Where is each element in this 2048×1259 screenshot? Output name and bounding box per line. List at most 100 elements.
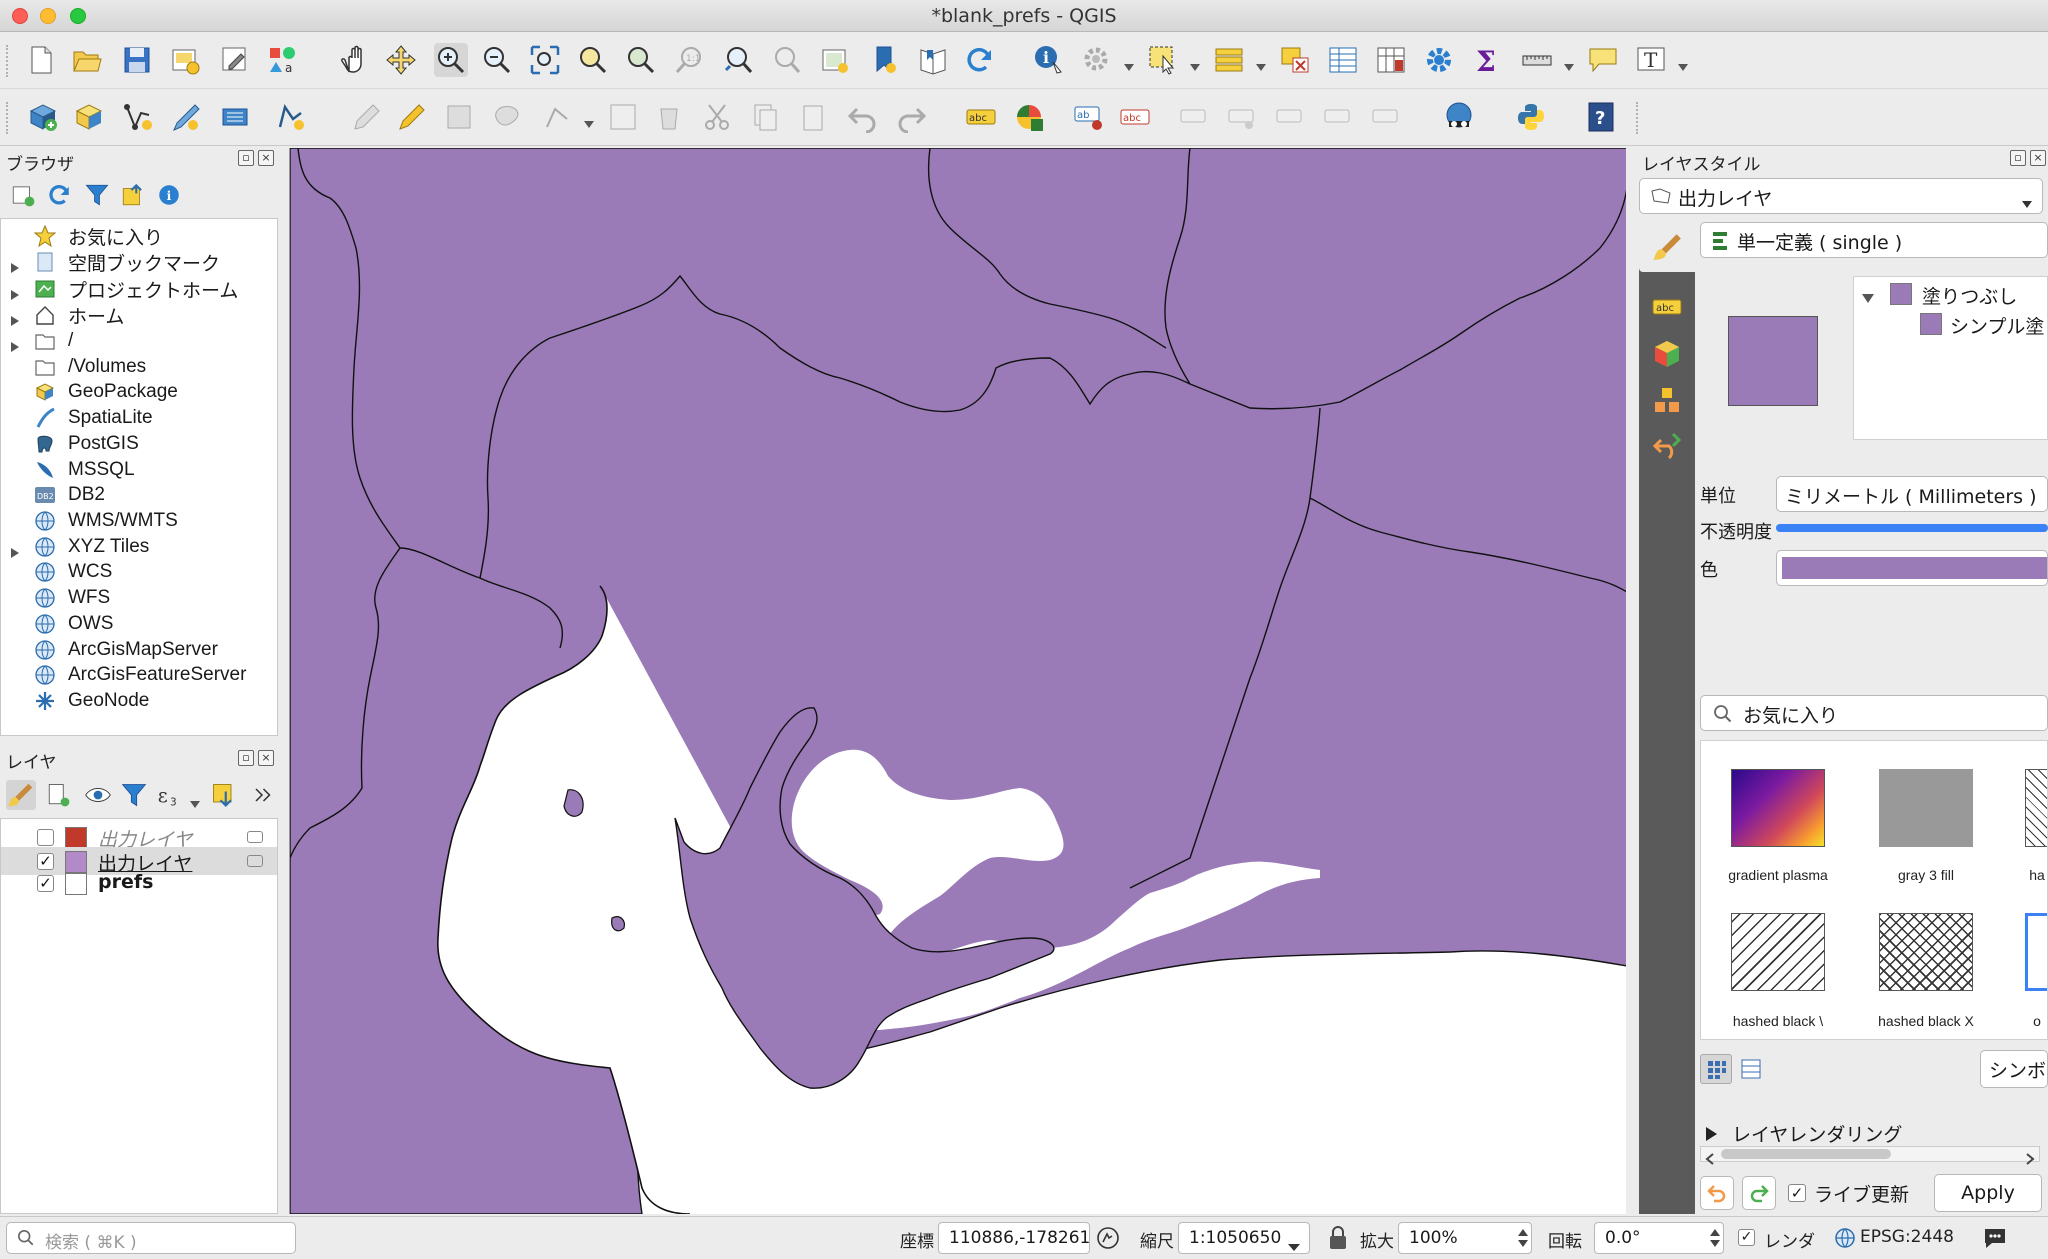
zoom-to-selection-icon[interactable] bbox=[576, 43, 610, 77]
symbol-layer-tree[interactable]: 塗りつぶし シンプル塗 bbox=[1853, 276, 2048, 440]
locator-search[interactable]: 検索 ( ⌘K ) bbox=[6, 1222, 296, 1254]
favorite-swatch-gray-fill[interactable] bbox=[1879, 769, 1973, 847]
browser-item[interactable]: OWS bbox=[1, 611, 277, 637]
browser-tree[interactable]: お気に入り 空間ブックマーク プロジェクトホーム ホーム / /Volumes GeoPac… bbox=[0, 218, 278, 736]
tree-expand-icon[interactable] bbox=[1862, 287, 1874, 309]
scrollbar-thumb[interactable] bbox=[1721, 1149, 1891, 1159]
float-panel-icon[interactable]: ▫ bbox=[238, 150, 254, 166]
add-selected-layers-icon[interactable] bbox=[10, 182, 36, 208]
collapse-all-icon[interactable] bbox=[120, 182, 146, 208]
browser-item[interactable]: GeoNode bbox=[1, 688, 277, 714]
zoom-out-icon[interactable] bbox=[480, 43, 514, 77]
new-temporary-layer-icon[interactable] bbox=[168, 100, 202, 134]
browser-item[interactable]: PostGIS bbox=[1, 431, 277, 457]
favorite-swatch-hashed-x[interactable] bbox=[1879, 913, 1973, 991]
toggle-extents-icon[interactable] bbox=[1096, 1226, 1120, 1250]
properties-info-icon[interactable]: i bbox=[156, 182, 182, 208]
browser-item[interactable]: DB2 DB2 bbox=[1, 482, 277, 508]
layer-rendering-section[interactable]: レイヤレンダリング bbox=[1732, 1120, 1902, 1147]
new-virtual-layer-icon[interactable] bbox=[218, 100, 252, 134]
browser-item[interactable]: 空間ブックマーク bbox=[1, 249, 277, 275]
filter-expression-dropdown-icon[interactable] bbox=[190, 792, 200, 808]
select-value-dropdown-icon[interactable] bbox=[1256, 55, 1266, 71]
browser-item[interactable]: ArcGisFeatureServer bbox=[1, 662, 277, 688]
favorite-swatch-hashed[interactable] bbox=[2025, 769, 2047, 847]
redo-style-button[interactable] bbox=[1742, 1176, 1776, 1210]
unit-select[interactable]: ミリメートル ( Millimeters ) bbox=[1776, 476, 2048, 512]
refresh-icon[interactable] bbox=[962, 43, 996, 77]
rotation-spin[interactable]: 0.0° bbox=[1594, 1222, 1724, 1254]
browser-item[interactable]: XYZ Tiles bbox=[1, 534, 277, 560]
float-panel-icon[interactable]: ▫ bbox=[238, 750, 254, 766]
layout-manager-icon[interactable] bbox=[218, 43, 252, 77]
new-print-layout-icon[interactable] bbox=[168, 43, 202, 77]
mesh-tab-icon[interactable] bbox=[1651, 384, 1683, 416]
pan-icon[interactable] bbox=[338, 43, 372, 77]
layer-symbol-swatch[interactable] bbox=[65, 827, 87, 849]
zoom-last-icon[interactable] bbox=[722, 43, 756, 77]
measure-icon[interactable] bbox=[1520, 43, 1554, 77]
filter-icon[interactable] bbox=[84, 182, 110, 208]
crs-label[interactable]: EPSG:2448 bbox=[1860, 1227, 1954, 1247]
map-tips-icon[interactable] bbox=[1586, 43, 1620, 77]
render-checkbox[interactable]: ✓ bbox=[1738, 1229, 1755, 1246]
help-icon[interactable]: ? bbox=[1584, 100, 1618, 134]
toggle-editing-icon[interactable] bbox=[394, 100, 428, 134]
statistics-icon[interactable]: Σ bbox=[1470, 43, 1504, 77]
chevron-right-icon[interactable] bbox=[11, 257, 19, 273]
color-button[interactable] bbox=[1776, 550, 2048, 586]
layer-row[interactable]: ✓ prefs bbox=[1, 869, 277, 897]
save-symbol-button[interactable]: シンボ bbox=[1980, 1050, 2048, 1088]
close-panel-icon[interactable]: × bbox=[258, 150, 274, 166]
expand-all-icon[interactable] bbox=[210, 780, 238, 810]
symbology-tab[interactable] bbox=[1639, 222, 1695, 272]
browser-item[interactable]: WMS/WMTS bbox=[1, 508, 277, 534]
chevron-right-icon[interactable] bbox=[11, 542, 19, 558]
favorite-swatch-hashed-backslash[interactable] bbox=[1731, 913, 1825, 991]
filter-expression-icon[interactable]: ε3 bbox=[156, 780, 184, 810]
magnifier-spin[interactable]: 100% bbox=[1398, 1222, 1532, 1254]
browser-item[interactable]: / bbox=[1, 328, 277, 354]
layer-visibility-checkbox[interactable]: ✓ bbox=[37, 875, 54, 892]
float-panel-icon[interactable]: ▫ bbox=[2010, 150, 2026, 166]
browser-item[interactable]: WFS bbox=[1, 585, 277, 611]
crs-globe-icon[interactable] bbox=[1834, 1227, 1856, 1249]
new-shapefile-layer-icon[interactable] bbox=[120, 100, 154, 134]
select-by-value-icon[interactable] bbox=[1212, 43, 1246, 77]
scale-dropdown-icon[interactable] bbox=[1288, 1235, 1300, 1257]
save-project-icon[interactable] bbox=[120, 43, 154, 77]
spin-arrows-icon[interactable] bbox=[1517, 1226, 1529, 1250]
opacity-slider[interactable] bbox=[1776, 524, 2048, 532]
zoom-to-layer-icon[interactable] bbox=[624, 43, 658, 77]
icon-view-button[interactable] bbox=[1700, 1054, 1732, 1084]
pan-to-selection-icon[interactable] bbox=[384, 43, 418, 77]
diagram-icon[interactable] bbox=[1012, 100, 1046, 134]
browser-item[interactable]: プロジェクトホーム bbox=[1, 276, 277, 302]
toolbar-grip[interactable] bbox=[6, 102, 10, 134]
browser-item[interactable]: MSSQL bbox=[1, 457, 277, 483]
layer-visibility-checkbox[interactable]: ✓ bbox=[37, 853, 54, 870]
expand-rendering-icon[interactable] bbox=[1706, 1124, 1718, 1146]
live-update-checkbox[interactable]: ✓ bbox=[1788, 1184, 1806, 1202]
temporary-layer-icon[interactable] bbox=[247, 855, 263, 867]
browser-refresh-icon[interactable] bbox=[46, 182, 72, 208]
text-annotation-icon[interactable]: T bbox=[1634, 43, 1668, 77]
chevron-right-icon[interactable] bbox=[11, 336, 19, 352]
lock-icon[interactable] bbox=[1328, 1225, 1348, 1251]
layer-symbol-swatch[interactable] bbox=[65, 873, 87, 895]
toolbar-grip[interactable] bbox=[6, 45, 10, 77]
horizontal-scrollbar[interactable] bbox=[1700, 1146, 2040, 1165]
actions-icon[interactable] bbox=[1080, 43, 1114, 77]
coordinate-field[interactable]: 110886,-178261 bbox=[938, 1222, 1090, 1254]
new-map-view-icon[interactable] bbox=[818, 43, 852, 77]
label-icon[interactable]: abc bbox=[964, 100, 998, 134]
layers-tree[interactable]: 出力レイヤ ✓ 出力レイヤ ✓ prefs bbox=[0, 818, 278, 1214]
browser-item[interactable]: WCS bbox=[1, 559, 277, 585]
measure-dropdown-icon[interactable] bbox=[1564, 55, 1574, 71]
data-source-manager-icon[interactable] bbox=[26, 100, 60, 134]
digitizing-icon[interactable] bbox=[274, 100, 308, 134]
apply-button[interactable]: Apply bbox=[1934, 1174, 2042, 1212]
actions-dropdown-icon[interactable] bbox=[1124, 55, 1134, 71]
browser-item[interactable]: /Volumes bbox=[1, 354, 277, 380]
history-tab-icon[interactable] bbox=[1651, 430, 1683, 462]
